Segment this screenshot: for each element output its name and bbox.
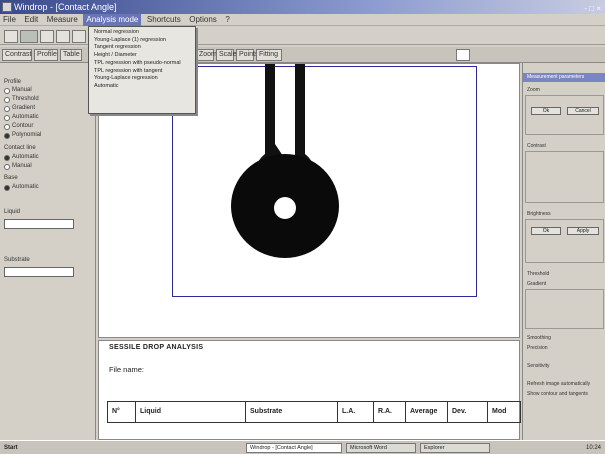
col-substrate[interactable]: Substrate (246, 402, 338, 422)
col-number[interactable]: N° (108, 402, 136, 422)
menu-item-young-laplace-1[interactable]: Young-Laplace (1) regression (89, 37, 195, 45)
radio-base-automatic[interactable] (4, 185, 10, 191)
start-button[interactable]: Start (4, 443, 54, 453)
title-bar: Windrop - [Contact Angle] - □ × (0, 0, 605, 14)
zoom-label: Zoom (527, 87, 540, 93)
contrast-label: Contrast (527, 143, 546, 149)
contact-option-automatic[interactable]: Automatic (12, 154, 39, 160)
results-panel: SESSILE DROP ANALYSIS File name: N° Liqu… (98, 340, 521, 440)
radio-contour[interactable] (4, 124, 10, 130)
menu-shortcuts[interactable]: Shortcuts (144, 14, 184, 26)
option-manual[interactable]: Manual (12, 87, 32, 93)
menu-item-automatic[interactable]: Automatic (89, 83, 195, 91)
window-title: Windrop - [Contact Angle] (14, 2, 117, 12)
radio-contact-automatic[interactable] (4, 155, 10, 161)
radio-automatic[interactable] (4, 115, 10, 121)
menu-item-height-diameter[interactable]: Height / Diameter (89, 52, 195, 60)
brightness-apply-button[interactable]: Apply (567, 227, 599, 235)
save-icon[interactable] (56, 30, 70, 43)
menu-edit[interactable]: Edit (21, 14, 41, 26)
radio-polynomial[interactable] (4, 133, 10, 139)
option-polynomial[interactable]: Polynomial (12, 132, 41, 138)
tab-table[interactable]: Table (60, 49, 82, 61)
radio-threshold[interactable] (4, 97, 10, 103)
option-gradient[interactable]: Gradient (12, 105, 35, 111)
substrate-field[interactable] (4, 267, 74, 277)
menu-item-tpl-tangent[interactable]: TPL regression with tangent (89, 68, 195, 76)
col-la[interactable]: L.A. (338, 402, 374, 422)
col-ra[interactable]: R.A. (374, 402, 406, 422)
taskbar-item-explorer[interactable]: Explorer (420, 443, 490, 453)
col-dev[interactable]: Dev. (448, 402, 488, 422)
menu-item-normal-regression[interactable]: Normal regression (89, 29, 195, 37)
col-average[interactable]: Average (406, 402, 448, 422)
radio-gradient[interactable] (4, 106, 10, 112)
base-option-automatic[interactable]: Automatic (12, 184, 39, 190)
zoom-cancel-button[interactable]: Cancel (567, 107, 599, 115)
parameters-panel-title: Measurement parameters (523, 73, 605, 82)
menu-bar: File Edit Measure Analysis mode Shortcut… (0, 14, 605, 26)
option-threshold[interactable]: Threshold (12, 96, 39, 102)
radio-manual[interactable] (4, 88, 10, 94)
sensitivity-label: Sensitivity (527, 363, 550, 369)
camera-icon[interactable] (20, 30, 38, 43)
menu-help[interactable]: ? (222, 14, 232, 26)
precision-label: Precision (527, 345, 548, 351)
menu-measure[interactable]: Measure (44, 14, 81, 26)
menu-file[interactable]: File (0, 14, 19, 26)
base-label: Base (4, 175, 18, 181)
gradient-label: Gradient (527, 281, 547, 287)
results-table-header: N° Liquid Substrate L.A. R.A. Average De… (107, 401, 521, 423)
menu-item-tpl-pseudo-normal[interactable]: TPL regression with pseudo-normal (89, 60, 195, 68)
tab-points[interactable]: Points (236, 49, 258, 61)
show-contour-checkbox-label[interactable]: Show contour and tangents (527, 391, 588, 397)
brightness-ok-button[interactable]: Ok (531, 227, 561, 235)
tab-fitting[interactable]: Fitting (256, 49, 282, 61)
left-panel: Profile Manual Threshold Gradient Automa… (0, 63, 96, 440)
contact-option-manual[interactable]: Manual (12, 163, 32, 169)
app-icon[interactable] (2, 2, 12, 12)
col-mod[interactable]: Mod (488, 402, 520, 422)
print-icon[interactable] (72, 30, 86, 43)
liquid-field[interactable] (4, 219, 74, 229)
color-swatch[interactable] (456, 49, 470, 61)
tab-zoom[interactable]: Zoom (196, 49, 217, 61)
smoothing-label: Smoothing (527, 335, 551, 341)
analysis-mode-menu: Normal regression Young-Laplace (1) regr… (88, 26, 196, 114)
menu-item-young-laplace[interactable]: Young-Laplace regression (89, 75, 195, 83)
zoom-ok-button[interactable]: Ok (531, 107, 561, 115)
open-icon[interactable] (40, 30, 54, 43)
col-liquid[interactable]: Liquid (136, 402, 246, 422)
menu-options[interactable]: Options (186, 14, 220, 26)
taskbar: Start Windrop - [Contact Angle] Microsof… (0, 440, 605, 454)
brightness-section (525, 219, 604, 263)
brightness-label: Brightness (527, 211, 551, 217)
menu-analysis-mode[interactable]: Analysis mode (83, 14, 142, 26)
tab-profile[interactable]: Profile (34, 49, 58, 61)
zoom-section (525, 95, 604, 135)
option-automatic[interactable]: Automatic (12, 114, 39, 120)
substrate-label: Substrate (4, 257, 30, 263)
results-header: SESSILE DROP ANALYSIS (109, 344, 204, 351)
option-contour[interactable]: Contour (12, 123, 33, 129)
refresh-checkbox-label[interactable]: Refresh image automatically (527, 381, 590, 387)
threshold-label: Threshold (527, 271, 550, 277)
contact-line-label: Contact line (4, 145, 36, 151)
liquid-label: Liquid (4, 209, 21, 215)
taskbar-clock: 10:24 (585, 445, 601, 451)
radio-contact-manual[interactable] (4, 164, 10, 170)
right-panel: Measurement parameters Zoom Ok Cancel Co… (522, 63, 605, 440)
contrast-section (525, 151, 604, 203)
menu-item-tangent-regression[interactable]: Tangent regression (89, 44, 195, 52)
tab-scale[interactable]: Scale (216, 49, 237, 61)
profile-section-title: Profile (4, 79, 22, 85)
taskbar-item-windrop[interactable]: Windrop - [Contact Angle] (246, 443, 342, 453)
tab-contrast[interactable]: Contrast (2, 49, 32, 61)
gradient-section (525, 289, 604, 329)
file-name-label: File name: (109, 365, 145, 374)
taskbar-item-word[interactable]: Microsoft Word (346, 443, 416, 453)
new-icon[interactable] (4, 30, 18, 43)
